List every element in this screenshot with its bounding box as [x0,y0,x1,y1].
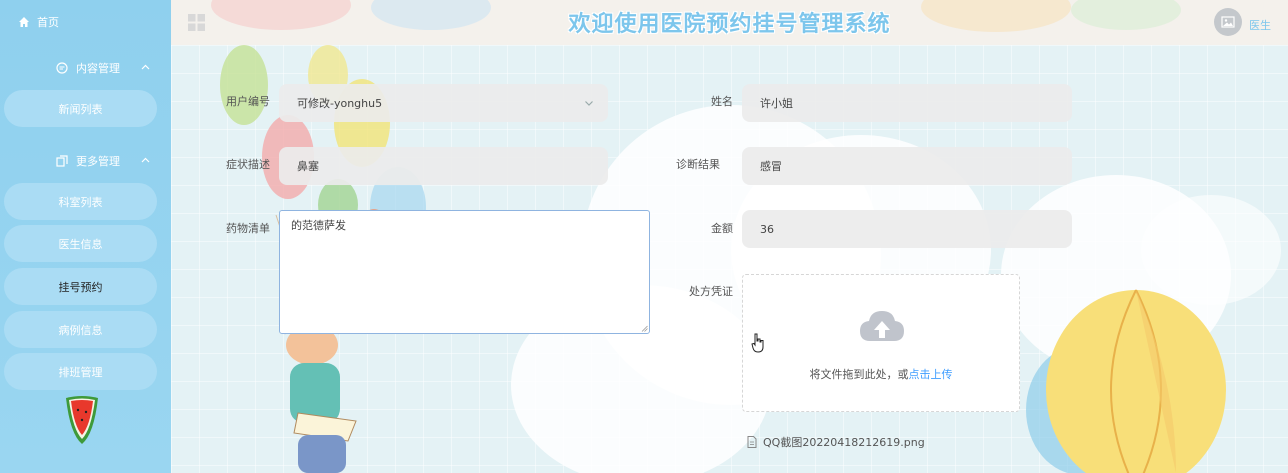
document-icon [747,436,757,448]
hot-air-balloon-illustration [1026,289,1226,473]
cursor-icon [751,333,764,353]
upload-dropzone[interactable]: 将文件拖到此处，或点击上传 [742,274,1020,412]
symptom-label: 症状描述 [226,158,270,171]
copy-icon [56,155,68,167]
medicine-label: 药物清单 [226,222,270,235]
sidebar-item-label: 新闻列表 [58,102,103,116]
sidebar-group-content[interactable]: 内容管理 [0,46,171,90]
chevron-up-icon [141,64,150,70]
chevron-up-icon [141,157,150,163]
amount-label: 金额 [711,222,733,235]
sidebar-item-label: 首页 [37,16,59,29]
medicine-value: 的范德萨发 [291,219,346,232]
file-name: QQ截图20220418212619.png [763,436,925,449]
amount-input[interactable]: 36 [742,210,1072,248]
sidebar-item-label: 医生信息 [58,237,103,251]
upload-cloud-icon [860,311,904,341]
main-content: 用户编号 可修改-yonghu5 姓名 许小姐 症状描述 鼻塞 诊断结果 感冒 … [171,45,1288,473]
symptom-value: 鼻塞 [297,160,319,173]
prescription-label: 处方凭证 [689,285,733,298]
chevron-down-icon[interactable] [584,99,594,107]
user-id-label: 用户编号 [226,95,270,108]
name-label: 姓名 [711,95,733,108]
sidebar-item-label: 科室列表 [58,195,103,209]
sidebar-item-news-list[interactable]: 新闻列表 [4,90,157,127]
top-header: 欢迎使用医院预约挂号管理系统 医生 [171,0,1288,45]
sidebar-item-appointment[interactable]: 挂号预约 [4,268,157,305]
sidebar-item-label: 病例信息 [58,323,103,337]
user-id-select[interactable]: 可修改-yonghu5 [279,84,608,122]
user-name[interactable]: 医生 [1249,17,1271,33]
name-input[interactable]: 许小姐 [742,84,1072,122]
uploaded-file-item[interactable]: QQ截图20220418212619.png [747,434,925,450]
avatar[interactable] [1214,8,1242,36]
upload-hint-text: 将文件拖到此处，或 [809,368,909,381]
diagnosis-input[interactable]: 感冒 [742,147,1072,185]
sidebar-group-label: 更多管理 [76,155,120,168]
watermelon-icon [66,396,98,444]
sidebar: 首页 内容管理 新闻列表 更多管理 科室列表 医生信息 挂号预约 病例信息 排班… [0,0,171,473]
resize-grip-icon[interactable] [641,325,648,332]
symptom-input[interactable]: 鼻塞 [279,147,608,185]
chat-icon [56,62,68,74]
sidebar-group-label: 内容管理 [76,62,120,75]
sidebar-item-label: 挂号预约 [58,280,103,294]
diagnosis-value: 感冒 [760,160,782,173]
medicine-textarea[interactable]: 的范德萨发 [279,210,650,334]
diagnosis-label: 诊断结果 [676,158,720,171]
home-icon [19,17,29,27]
user-id-value: 可修改-yonghu5 [297,97,383,110]
sidebar-item-doctor-info[interactable]: 医生信息 [4,225,157,262]
sidebar-item-department-list[interactable]: 科室列表 [4,183,157,220]
upload-link[interactable]: 点击上传 [909,368,953,381]
sidebar-item-schedule[interactable]: 排班管理 [4,353,157,390]
name-value: 许小姐 [760,97,793,110]
sidebar-item-home[interactable]: 首页 [0,0,171,44]
amount-value: 36 [760,222,774,236]
sidebar-group-more[interactable]: 更多管理 [0,139,171,183]
sidebar-item-label: 排班管理 [58,365,103,379]
page-title: 欢迎使用医院预约挂号管理系统 [568,12,891,37]
sidebar-item-case-info[interactable]: 病例信息 [4,311,157,348]
image-icon [1221,16,1235,28]
upload-hint: 将文件拖到此处，或点击上传 [743,366,1019,382]
